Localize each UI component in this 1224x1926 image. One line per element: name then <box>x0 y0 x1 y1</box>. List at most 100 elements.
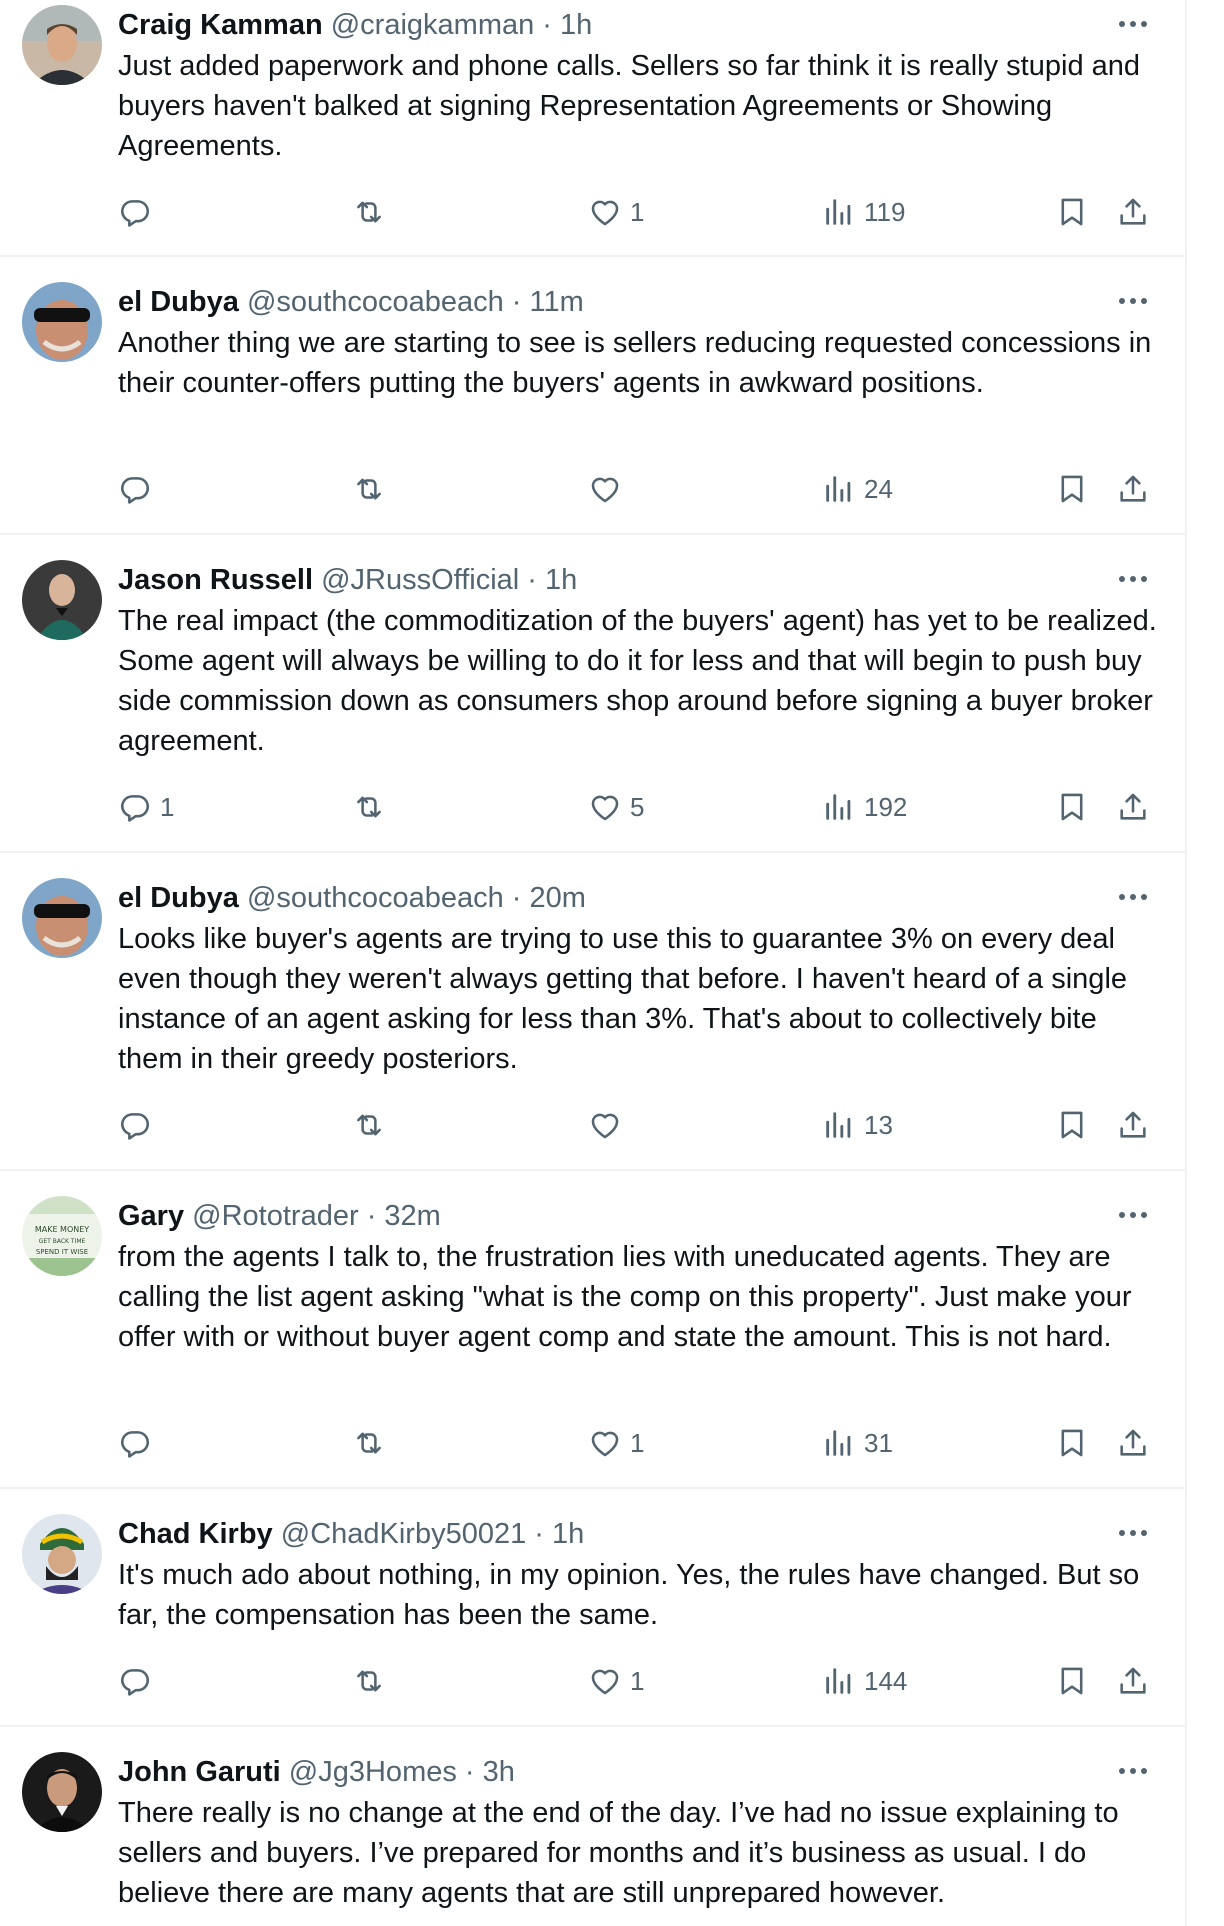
avatar[interactable]: MAKE MONEY GET BACK TIME SPEND IT WISE <box>22 1196 102 1276</box>
author-name[interactable]: el Dubya <box>118 286 239 318</box>
share-button[interactable] <box>1116 1421 1150 1465</box>
retweet-button[interactable] <box>352 1659 394 1703</box>
tweet-time[interactable]: · 3h <box>465 1756 515 1788</box>
retweet-button[interactable] <box>352 1103 394 1147</box>
tweet-time[interactable]: · 32m <box>367 1200 441 1232</box>
views-button[interactable]: 119 <box>822 190 905 234</box>
author-handle[interactable]: @JRussOfficial <box>321 564 519 596</box>
share-button[interactable] <box>1116 1659 1150 1703</box>
retweet-button[interactable] <box>352 190 394 234</box>
heart-icon <box>588 1426 622 1460</box>
avatar[interactable] <box>22 1752 102 1832</box>
tweet[interactable]: John Garuti @Jg3Homes · 3h There really … <box>0 1727 1185 1926</box>
reply-button[interactable] <box>118 467 160 511</box>
views-button[interactable]: 31 <box>822 1421 893 1465</box>
author-name[interactable]: Jason Russell <box>118 564 313 596</box>
reply-icon <box>118 790 152 824</box>
author-name[interactable]: Chad Kirby <box>118 1518 273 1550</box>
views-button[interactable]: 13 <box>822 1103 893 1147</box>
avatar[interactable] <box>22 1514 102 1594</box>
like-button[interactable]: 1 <box>588 1421 644 1465</box>
tweet[interactable]: Craig Kamman @craigkamman · 1h Just adde… <box>0 0 1185 257</box>
tweet[interactable]: Jason Russell @JRussOfficial · 1h The re… <box>0 535 1185 853</box>
more-options-button[interactable] <box>1113 1197 1153 1233</box>
retweet-button[interactable] <box>352 467 394 511</box>
retweet-icon <box>352 1108 386 1142</box>
tweet[interactable]: MAKE MONEY GET BACK TIME SPEND IT WISE Gar… <box>0 1171 1185 1489</box>
like-button[interactable]: 1 <box>588 190 644 234</box>
author-name[interactable]: Craig Kamman <box>118 9 323 41</box>
avatar[interactable] <box>22 282 102 362</box>
bookmark-button[interactable] <box>1055 467 1089 511</box>
tweet-time[interactable]: · 11m <box>512 286 584 318</box>
author-name[interactable]: John Garuti <box>118 1756 281 1788</box>
tweet-actions: 1 119 <box>0 190 1185 234</box>
tweet-time[interactable]: · 1h <box>542 9 592 41</box>
share-button[interactable] <box>1116 785 1150 829</box>
avatar-text: MAKE MONEY <box>35 1225 89 1234</box>
author-name[interactable]: el Dubya <box>118 882 239 914</box>
views-button[interactable]: 192 <box>822 785 907 829</box>
tweet-time[interactable]: · 20m <box>512 882 586 914</box>
tweet-time[interactable]: · 1h <box>534 1518 584 1550</box>
more-options-button[interactable] <box>1113 283 1153 319</box>
views-icon <box>822 195 856 229</box>
share-icon <box>1116 1108 1150 1142</box>
reply-button[interactable]: 1 <box>118 785 174 829</box>
reply-button[interactable] <box>118 1659 160 1703</box>
author-handle[interactable]: @ChadKirby50021 <box>281 1518 526 1550</box>
like-button[interactable] <box>588 1103 630 1147</box>
author-handle[interactable]: @Jg3Homes <box>289 1756 457 1788</box>
bookmark-icon <box>1055 195 1089 229</box>
tweet[interactable]: el Dubya @southcocoabeach · 11m Another … <box>0 257 1185 535</box>
reply-button[interactable] <box>118 1103 160 1147</box>
share-button[interactable] <box>1116 1103 1150 1147</box>
more-options-button[interactable] <box>1113 6 1153 42</box>
views-icon <box>822 1426 856 1460</box>
like-button[interactable]: 5 <box>588 785 644 829</box>
tweet[interactable]: Chad Kirby @ChadKirby50021 · 1h It's muc… <box>0 1489 1185 1727</box>
author-handle[interactable]: @craigkamman <box>331 9 535 41</box>
tweet-actions: 24 <box>0 467 1185 511</box>
author-handle[interactable]: @Rototrader <box>192 1200 358 1232</box>
reply-icon <box>118 1426 152 1460</box>
views-button[interactable]: 144 <box>822 1659 907 1703</box>
more-options-button[interactable] <box>1113 1515 1153 1551</box>
tweet-time[interactable]: · 1h <box>527 564 577 596</box>
like-button[interactable]: 1 <box>588 1659 644 1703</box>
retweet-icon <box>352 1426 386 1460</box>
reply-button[interactable] <box>118 1421 160 1465</box>
more-icon <box>1117 296 1149 306</box>
view-count: 13 <box>864 1109 893 1140</box>
author-handle[interactable]: @southcocoabeach <box>247 882 504 914</box>
share-button[interactable] <box>1116 190 1150 234</box>
views-icon <box>822 1108 856 1142</box>
retweet-button[interactable] <box>352 785 394 829</box>
author-handle[interactable]: @southcocoabeach <box>247 286 504 318</box>
more-options-button[interactable] <box>1113 879 1153 915</box>
heart-icon <box>588 1664 622 1698</box>
author-name[interactable]: Gary <box>118 1200 184 1232</box>
reply-button[interactable] <box>118 190 160 234</box>
bookmark-button[interactable] <box>1055 1103 1089 1147</box>
view-count: 192 <box>864 791 908 822</box>
more-icon <box>1117 574 1149 584</box>
bookmark-button[interactable] <box>1055 190 1089 234</box>
tweet[interactable]: el Dubya @southcocoabeach · 20m Looks li… <box>0 853 1185 1171</box>
avatar[interactable] <box>22 878 102 958</box>
tweet-actions: 13 <box>0 1103 1185 1147</box>
bookmark-button[interactable] <box>1055 785 1089 829</box>
tweet-text: The real impact (the commoditization of … <box>118 605 1157 757</box>
share-button[interactable] <box>1116 467 1150 511</box>
more-options-button[interactable] <box>1113 1753 1153 1789</box>
retweet-icon <box>352 790 386 824</box>
heart-icon <box>588 472 622 506</box>
like-button[interactable] <box>588 467 630 511</box>
views-button[interactable]: 24 <box>822 467 893 511</box>
bookmark-button[interactable] <box>1055 1421 1089 1465</box>
avatar[interactable] <box>22 560 102 640</box>
retweet-button[interactable] <box>352 1421 394 1465</box>
bookmark-button[interactable] <box>1055 1659 1089 1703</box>
avatar[interactable] <box>22 5 102 85</box>
more-options-button[interactable] <box>1113 561 1153 597</box>
